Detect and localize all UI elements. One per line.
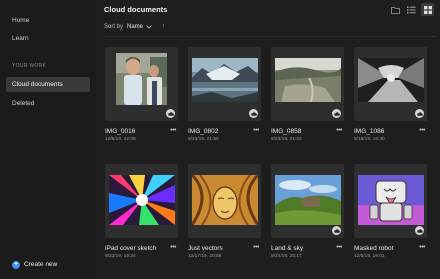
document-card[interactable]: IMG_1086 9/18/19, 16:30 ••• [354, 47, 427, 169]
sidebar-item-learn[interactable]: Learn [6, 31, 90, 46]
document-name: Masked robot [354, 245, 394, 252]
document-card[interactable]: Just vectors 12/17/19, 20:56 ••• [188, 164, 261, 279]
document-date: 9/23/19, 21:22 [271, 137, 302, 142]
create-new-button[interactable]: + Create new [12, 259, 57, 270]
sidebar: Home Learn YOUR WORK Cloud documents Del… [0, 0, 96, 279]
thumbnail-vector-face [192, 175, 258, 225]
sort-value: Name [127, 23, 144, 30]
main-content: Cloud documents Sort by Name ↑ IMG_0016 … [96, 0, 440, 279]
sort-dropdown[interactable]: Name [127, 24, 152, 30]
document-name: Land & sky [271, 245, 304, 252]
cloud-icon [332, 109, 341, 118]
document-name: IMG_0858 [271, 128, 302, 135]
document-card[interactable]: Land & sky 9/24/19, 20:17 ••• [271, 164, 344, 279]
more-options-icon[interactable]: ••• [253, 127, 259, 134]
document-date: 9/23/19, 19:24 [105, 254, 136, 259]
page-title: Cloud documents [104, 5, 168, 14]
grid-icon [423, 5, 432, 14]
more-options-icon[interactable]: ••• [170, 244, 176, 251]
cloud-icon [249, 109, 258, 118]
thumbnail-frame [188, 47, 261, 121]
thumbnail-photo-people [116, 53, 167, 105]
sidebar-item-home[interactable]: Home [6, 13, 90, 28]
document-card[interactable]: IMG_0858 9/23/19, 21:22 ••• [271, 47, 344, 169]
sidebar-item-cloud-documents[interactable]: Cloud documents [6, 77, 90, 92]
document-date: 12/5/19, 16:01 [354, 254, 385, 259]
divider [104, 36, 436, 37]
thumbnail-frame [271, 164, 344, 238]
plus-icon: + [12, 260, 20, 269]
document-card[interactable]: Masked robot 12/5/19, 16:01 ••• [354, 164, 427, 279]
more-options-icon[interactable]: ••• [419, 127, 425, 134]
thumbnail-photo-land-sky [275, 175, 341, 225]
more-options-icon[interactable]: ••• [336, 244, 342, 251]
document-date: 12/17/19, 20:56 [188, 254, 222, 259]
sidebar-section-your-work: YOUR WORK [12, 63, 47, 69]
thumbnail-frame [271, 47, 344, 121]
sort-direction-button[interactable]: ↑ [162, 23, 166, 30]
document-date: 9/24/19, 20:17 [271, 254, 302, 259]
grid-view-button[interactable] [421, 3, 434, 16]
view-switcher [389, 3, 434, 16]
more-options-icon[interactable]: ••• [419, 244, 425, 251]
sort-bar: Sort by Name ↑ [104, 23, 166, 30]
cloud-icon [332, 226, 341, 235]
thumbnail-frame [105, 164, 178, 238]
document-card[interactable]: IMG_0016 12/5/19, 22:05 ••• [105, 47, 178, 169]
cloud-icon [166, 109, 175, 118]
folder-icon [391, 6, 400, 14]
document-name: Just vectors [188, 245, 223, 252]
folder-view-button[interactable] [389, 3, 402, 16]
thumbnail-photo-landscape [275, 58, 341, 102]
cloud-icon [415, 109, 424, 118]
thumbnail-masked-robot [358, 175, 424, 225]
thumbnail-frame [188, 164, 261, 238]
document-date: 12/5/19, 22:05 [105, 137, 136, 142]
document-date: 9/18/19, 16:30 [354, 137, 385, 142]
document-date: 9/23/19, 21:55 [188, 137, 219, 142]
chevron-down-icon [146, 24, 152, 29]
cloud-icon [415, 226, 424, 235]
sidebar-item-deleted[interactable]: Deleted [6, 96, 90, 111]
document-name: iPad cover sketch [105, 245, 157, 252]
create-new-label: Create new [24, 261, 58, 268]
more-options-icon[interactable]: ••• [170, 127, 176, 134]
list-icon [407, 6, 416, 13]
more-options-icon[interactable]: ••• [336, 127, 342, 134]
thumbnail-frame [105, 47, 178, 121]
list-view-button[interactable] [405, 3, 418, 16]
thumbnail-abstract-sketch [109, 175, 175, 225]
thumbnail-photo-architecture [358, 58, 424, 102]
document-card[interactable]: iPad cover sketch 9/23/19, 19:24 ••• [105, 164, 178, 279]
more-options-icon[interactable]: ••• [253, 244, 259, 251]
document-name: IMG_1086 [354, 128, 385, 135]
thumbnail-frame [354, 164, 427, 238]
document-card[interactable]: IMG_0802 9/23/19, 21:55 ••• [188, 47, 261, 169]
thumbnail-frame [354, 47, 427, 121]
sort-label: Sort by [104, 23, 124, 30]
document-name: IMG_0802 [188, 128, 219, 135]
thumbnail-photo-glacier [192, 58, 258, 102]
document-name: IMG_0016 [105, 128, 136, 135]
